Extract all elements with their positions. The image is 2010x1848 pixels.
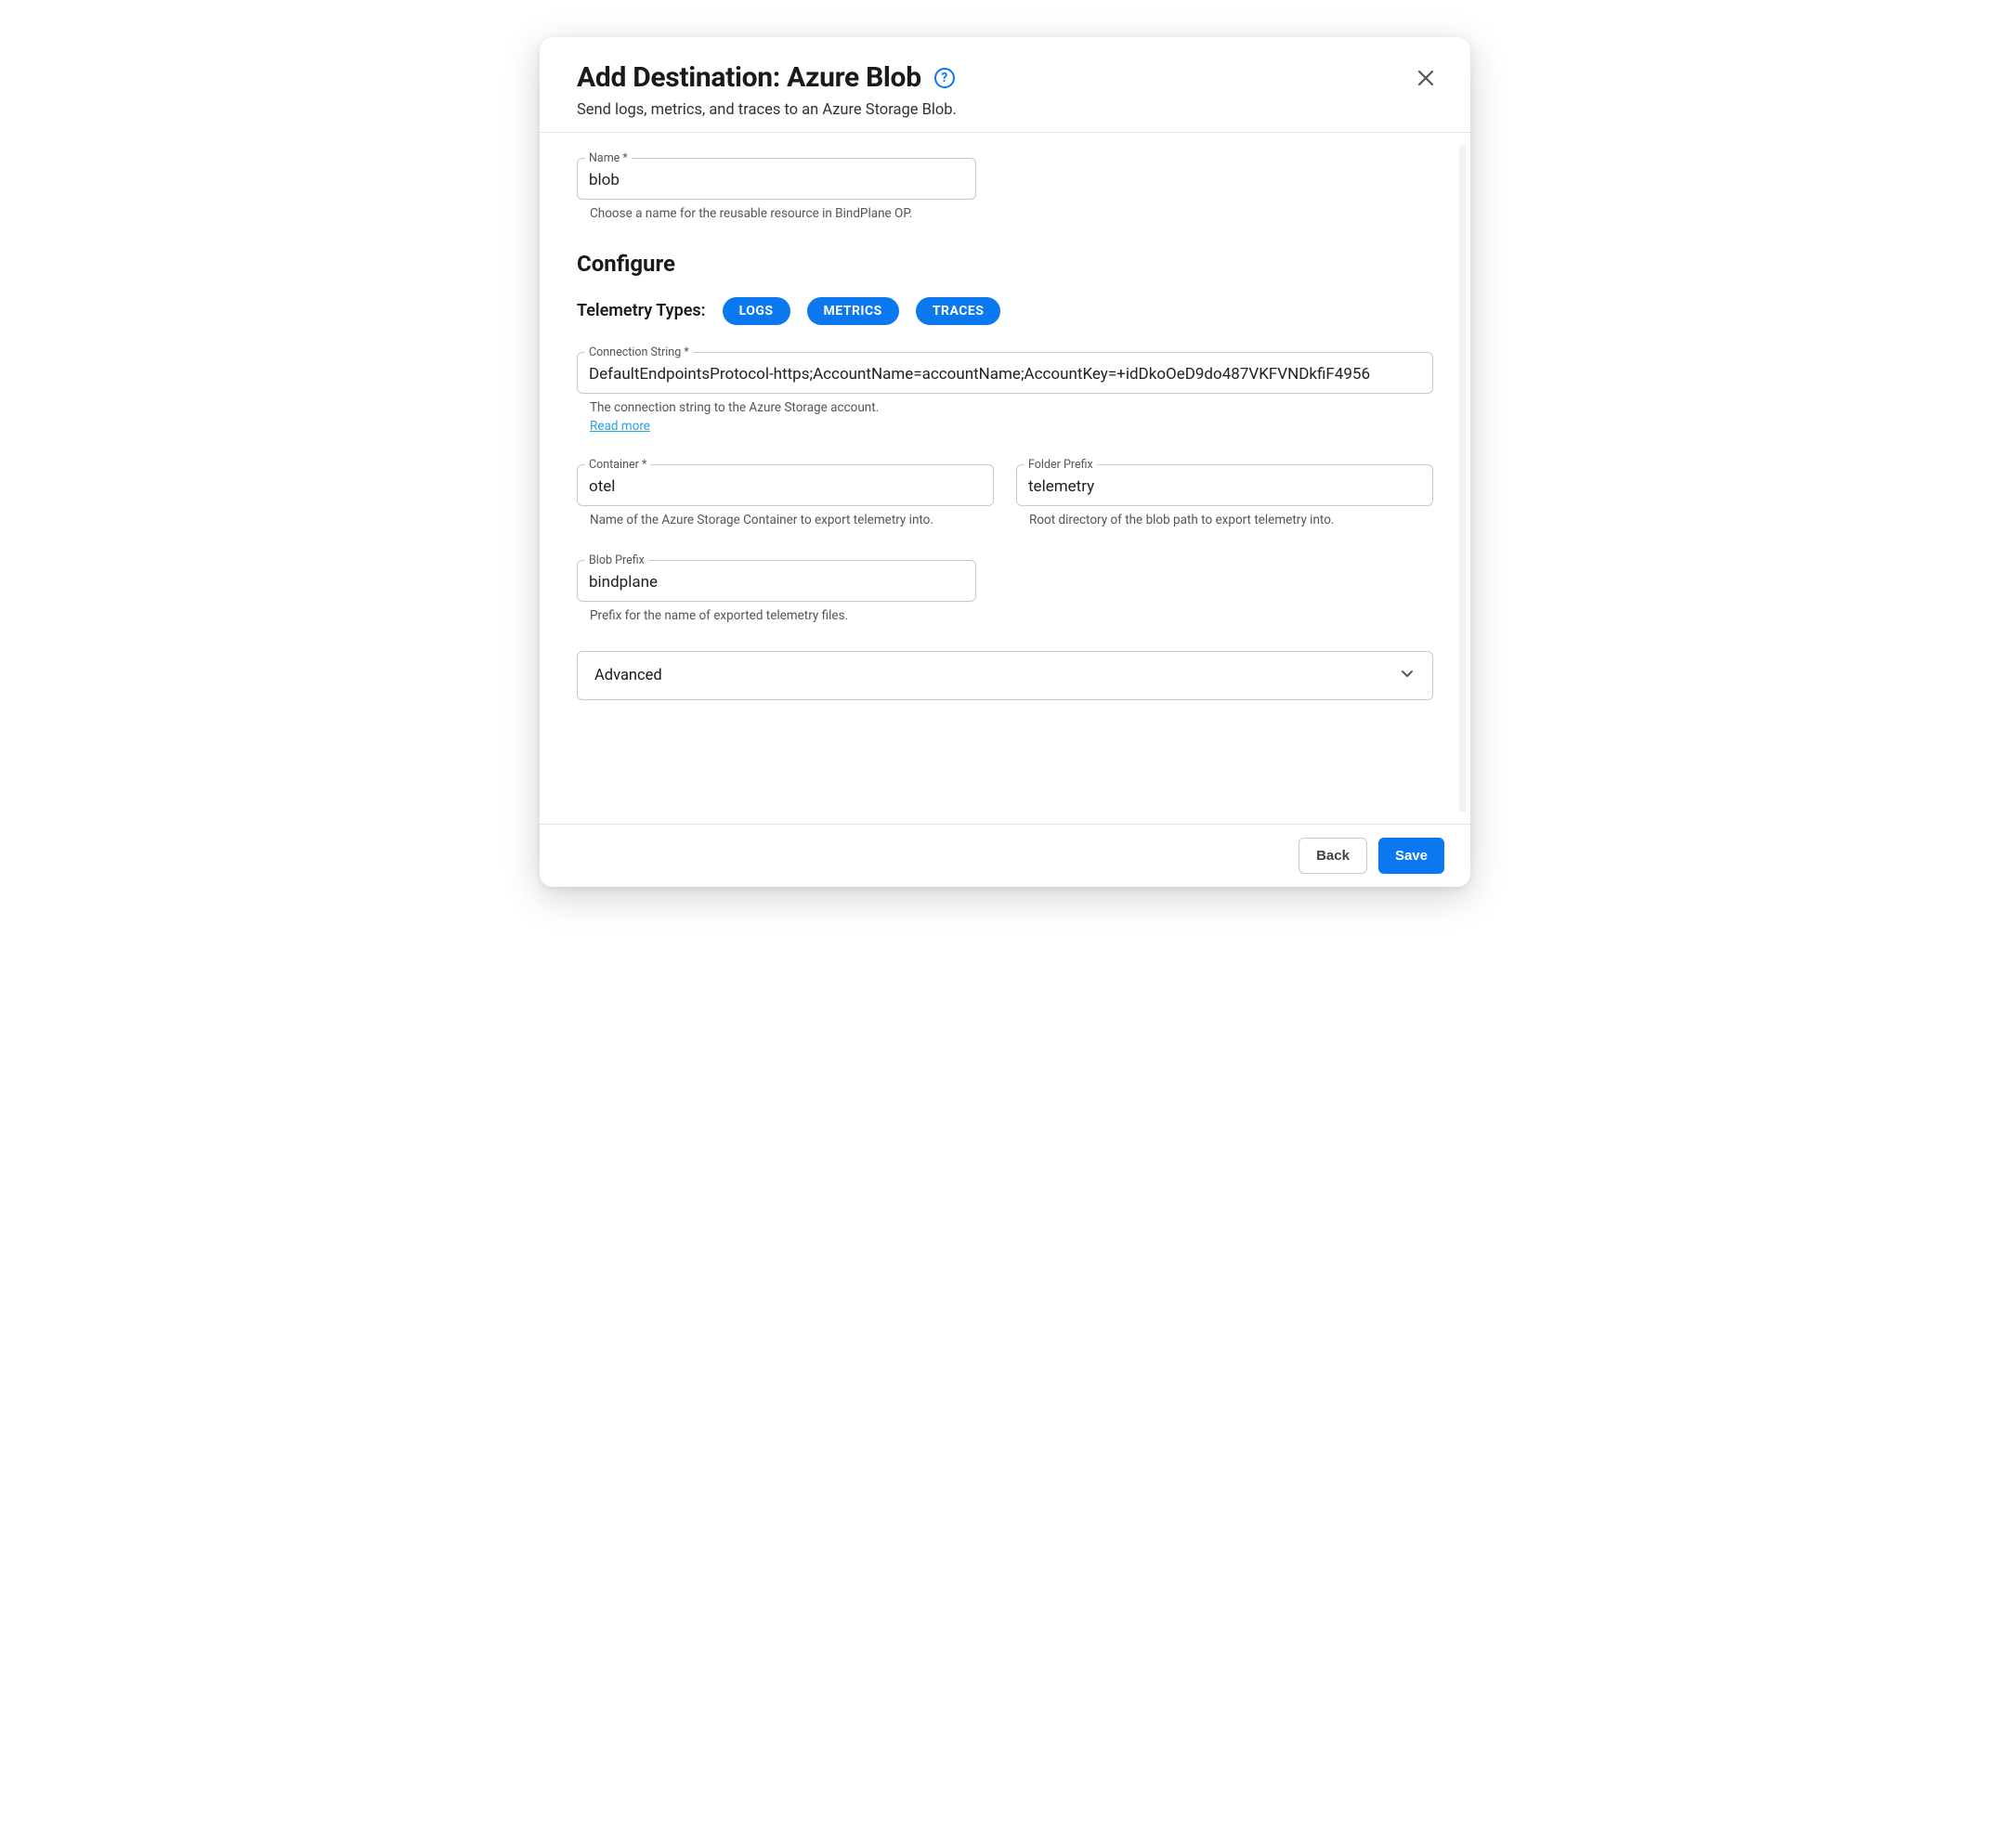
blob-prefix-label: Blob Prefix bbox=[585, 553, 648, 567]
name-input[interactable] bbox=[578, 165, 975, 199]
blob-prefix-help: Prefix for the name of exported telemetr… bbox=[590, 607, 976, 625]
container-field-wrap: Container * bbox=[577, 458, 994, 506]
folder-prefix-input[interactable] bbox=[1017, 472, 1432, 505]
advanced-accordion[interactable]: Advanced bbox=[577, 651, 1433, 700]
blob-prefix-field-wrap: Blob Prefix bbox=[577, 553, 976, 602]
advanced-label: Advanced bbox=[594, 667, 662, 684]
connection-string-input[interactable] bbox=[578, 359, 1432, 393]
chip-metrics[interactable]: METRICS bbox=[807, 297, 899, 325]
folder-prefix-field-wrap: Folder Prefix bbox=[1016, 458, 1433, 506]
modal-footer: Back Save bbox=[540, 824, 1470, 887]
add-destination-modal: Add Destination: Azure Blob ? Send logs,… bbox=[540, 37, 1470, 887]
close-icon[interactable] bbox=[1415, 67, 1437, 89]
modal-title: Add Destination: Azure Blob bbox=[577, 61, 921, 94]
help-icon[interactable]: ? bbox=[934, 68, 955, 88]
modal-header: Add Destination: Azure Blob ? Send logs,… bbox=[540, 37, 1470, 133]
blob-prefix-input[interactable] bbox=[578, 567, 975, 601]
container-help: Name of the Azure Storage Container to e… bbox=[590, 512, 994, 529]
name-field-wrap: Name * bbox=[577, 151, 976, 200]
configure-heading: Configure bbox=[577, 251, 1433, 277]
chip-logs[interactable]: LOGS bbox=[723, 297, 790, 325]
modal-body: Name * Choose a name for the reusable re… bbox=[540, 133, 1470, 824]
connection-string-field-wrap: Connection String * bbox=[577, 345, 1433, 394]
container-label: Container * bbox=[585, 458, 650, 472]
save-button[interactable]: Save bbox=[1378, 838, 1444, 874]
connection-string-help: The connection string to the Azure Stora… bbox=[590, 399, 1433, 417]
name-help: Choose a name for the reusable resource … bbox=[590, 205, 976, 223]
container-input[interactable] bbox=[578, 472, 993, 505]
folder-prefix-label: Folder Prefix bbox=[1025, 458, 1097, 472]
telemetry-types-row: Telemetry Types: LOGS METRICS TRACES bbox=[577, 297, 1433, 325]
back-button[interactable]: Back bbox=[1299, 838, 1367, 874]
chevron-down-icon bbox=[1399, 665, 1416, 686]
chip-traces[interactable]: TRACES bbox=[916, 297, 1001, 325]
connection-string-label: Connection String * bbox=[585, 345, 693, 359]
connection-string-read-more-link[interactable]: Read more bbox=[590, 419, 1433, 434]
scrollbar-track[interactable] bbox=[1459, 144, 1467, 813]
telemetry-types-label: Telemetry Types: bbox=[577, 301, 706, 320]
modal-subtitle: Send logs, metrics, and traces to an Azu… bbox=[577, 101, 1433, 119]
folder-prefix-help: Root directory of the blob path to expor… bbox=[1029, 512, 1433, 529]
name-label: Name * bbox=[585, 151, 632, 165]
